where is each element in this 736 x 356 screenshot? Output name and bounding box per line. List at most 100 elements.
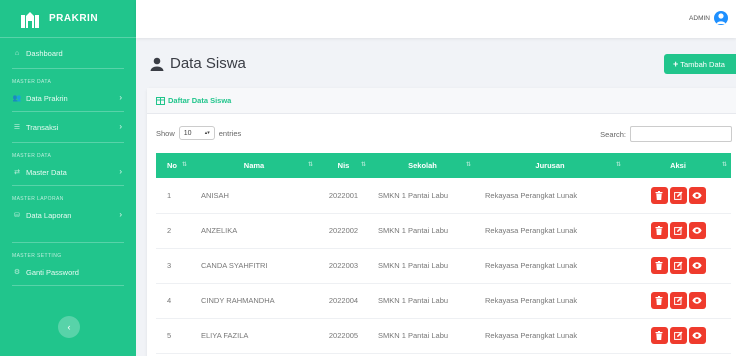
column-header-sekolah[interactable]: Sekolah ⇅ xyxy=(370,153,475,178)
cell-no: 2 xyxy=(156,213,191,249)
delete-button[interactable] xyxy=(650,327,668,344)
topbar: ADMIN xyxy=(136,0,736,38)
cell-no: 1 xyxy=(156,178,191,214)
column-header-aksi[interactable]: Aksi ⇅ xyxy=(625,153,731,178)
sidebar-item-label: Dashboard xyxy=(26,48,63,58)
edit-icon xyxy=(673,191,682,200)
column-label: Nama xyxy=(243,161,265,170)
edit-button[interactable] xyxy=(669,292,687,309)
sidebar-item-label: Ganti Password xyxy=(26,267,79,277)
students-table: No ⇅ Nama ⇅ Nis ⇅ Sekolah ⇅ Jurusan ⇅ Aksi ⇅ 1… xyxy=(156,153,731,354)
sidebar-divider xyxy=(12,285,124,286)
table-controls: Show 10 ▴▾ entries Search: xyxy=(156,126,736,142)
database-icon: ⛁ xyxy=(14,212,20,219)
chevron-right-icon: › xyxy=(119,210,122,219)
cell-nama: ELIYA FAZILA xyxy=(191,318,317,354)
entries-select[interactable]: 10 ▴▾ xyxy=(178,126,215,140)
sidebar-item-transaksi[interactable]: ☰ Transaksi › xyxy=(0,112,136,142)
random-icon: ⇄ xyxy=(14,169,20,176)
delete-button[interactable] xyxy=(650,222,668,239)
column-label: Sekolah xyxy=(408,161,437,170)
cell-no: 4 xyxy=(156,283,191,319)
cell-aksi xyxy=(625,213,731,249)
column-header-no[interactable]: No ⇅ xyxy=(156,153,191,178)
column-label: Jurusan xyxy=(535,161,565,170)
cell-nama: CINDY RAHMANDHA xyxy=(191,283,317,319)
card-title: Daftar Data Siswa xyxy=(168,96,232,105)
sort-icon: ⇅ xyxy=(360,162,366,168)
view-button[interactable] xyxy=(688,257,706,274)
sidebar-item-master-data[interactable]: ⇄ Master Data › xyxy=(0,159,136,185)
sidebar-item-ganti-password[interactable]: ⚙ Ganti Password xyxy=(0,259,136,285)
view-button[interactable] xyxy=(688,222,706,239)
sidebar-item-data-prakrin[interactable]: 👥 Data Prakrin › xyxy=(0,85,136,111)
brand-name: PRAKRIN xyxy=(49,13,99,24)
data-card: Daftar Data Siswa Show 10 ▴▾ entries Sea… xyxy=(147,88,736,356)
users-icon: 👥 xyxy=(12,95,22,102)
select-arrows-icon: ▴▾ xyxy=(204,130,210,136)
cell-jurusan: Rekayasa Perangkat Lunak xyxy=(475,283,625,319)
delete-button[interactable] xyxy=(650,292,668,309)
search-input[interactable] xyxy=(630,126,732,142)
edit-icon xyxy=(673,226,682,235)
sidebar-item-label: Data Prakrin xyxy=(26,93,68,103)
search-label: Search: xyxy=(600,129,626,139)
user-name: ADMIN xyxy=(689,14,710,22)
sidebar-toggle-button[interactable]: ‹ xyxy=(58,316,80,338)
card-header: Daftar Data Siswa xyxy=(147,88,736,114)
sidebar-section-title: MASTER DATA xyxy=(12,153,52,159)
cell-aksi xyxy=(625,283,731,319)
view-button[interactable] xyxy=(688,186,706,204)
edit-icon xyxy=(673,261,682,270)
entries-value: 10 xyxy=(183,129,192,137)
edit-button[interactable] xyxy=(669,257,687,274)
column-label: Aksi xyxy=(670,161,686,170)
cell-sekolah: SMKN 1 Pantai Labu xyxy=(370,178,475,214)
view-button[interactable] xyxy=(688,327,706,344)
brand[interactable]: PRAKRIN xyxy=(0,0,136,38)
sort-icon: ⇅ xyxy=(307,162,313,168)
delete-button[interactable] xyxy=(650,257,668,274)
delete-button[interactable] xyxy=(650,186,668,204)
user-menu[interactable]: ADMIN xyxy=(689,11,728,25)
edit-button[interactable] xyxy=(669,327,687,344)
eye-icon xyxy=(692,262,702,269)
trash-icon xyxy=(655,261,663,270)
cell-jurusan: Rekayasa Perangkat Lunak xyxy=(475,248,625,284)
add-data-button[interactable]: + Tambah Data xyxy=(664,54,736,74)
table-icon xyxy=(156,96,165,105)
edit-button[interactable] xyxy=(669,186,687,204)
entries-label: entries xyxy=(218,128,242,138)
home-icon: ⌂ xyxy=(14,49,20,57)
cell-aksi xyxy=(625,178,731,214)
user-avatar-icon xyxy=(716,13,726,24)
edit-button[interactable] xyxy=(669,222,687,239)
sidebar-section-title: MASTER SETTING xyxy=(12,253,62,259)
cell-sekolah: SMKN 1 Pantai Labu xyxy=(370,318,475,354)
table-row: 5 ELIYA FAZILA 2022005 SMKN 1 Pantai Lab… xyxy=(156,318,731,354)
cell-sekolah: SMKN 1 Pantai Labu xyxy=(370,213,475,249)
column-header-jurusan[interactable]: Jurusan ⇅ xyxy=(475,153,625,178)
trash-icon xyxy=(655,190,663,200)
sidebar-item-dashboard[interactable]: ⌂ Dashboard xyxy=(0,38,136,68)
eye-icon xyxy=(692,227,702,234)
sidebar-item-data-laporan[interactable]: ⛁ Data Laporan › xyxy=(0,202,136,228)
cell-aksi xyxy=(625,248,731,284)
school-logo-icon xyxy=(21,11,39,28)
column-header-nama[interactable]: Nama ⇅ xyxy=(191,153,317,178)
trash-icon xyxy=(655,296,663,305)
edit-icon xyxy=(673,296,682,305)
sidebar: PRAKRIN ⌂ Dashboard MASTER DATA 👥 Data P… xyxy=(0,0,136,356)
trash-icon xyxy=(655,226,663,235)
column-header-nis[interactable]: Nis ⇅ xyxy=(317,153,370,178)
cell-jurusan: Rekayasa Perangkat Lunak xyxy=(475,213,625,249)
sidebar-section-title: MASTER DATA xyxy=(12,79,52,85)
sidebar-item-label: Data Laporan xyxy=(26,210,72,220)
cell-jurusan: Rekayasa Perangkat Lunak xyxy=(475,178,625,214)
eye-icon xyxy=(692,192,702,199)
chevron-left-icon: ‹ xyxy=(67,322,71,332)
cell-nis: 2022005 xyxy=(317,318,370,354)
view-button[interactable] xyxy=(688,292,706,309)
sidebar-item-label: Master Data xyxy=(26,167,67,177)
add-data-label: Tambah Data xyxy=(680,59,725,69)
